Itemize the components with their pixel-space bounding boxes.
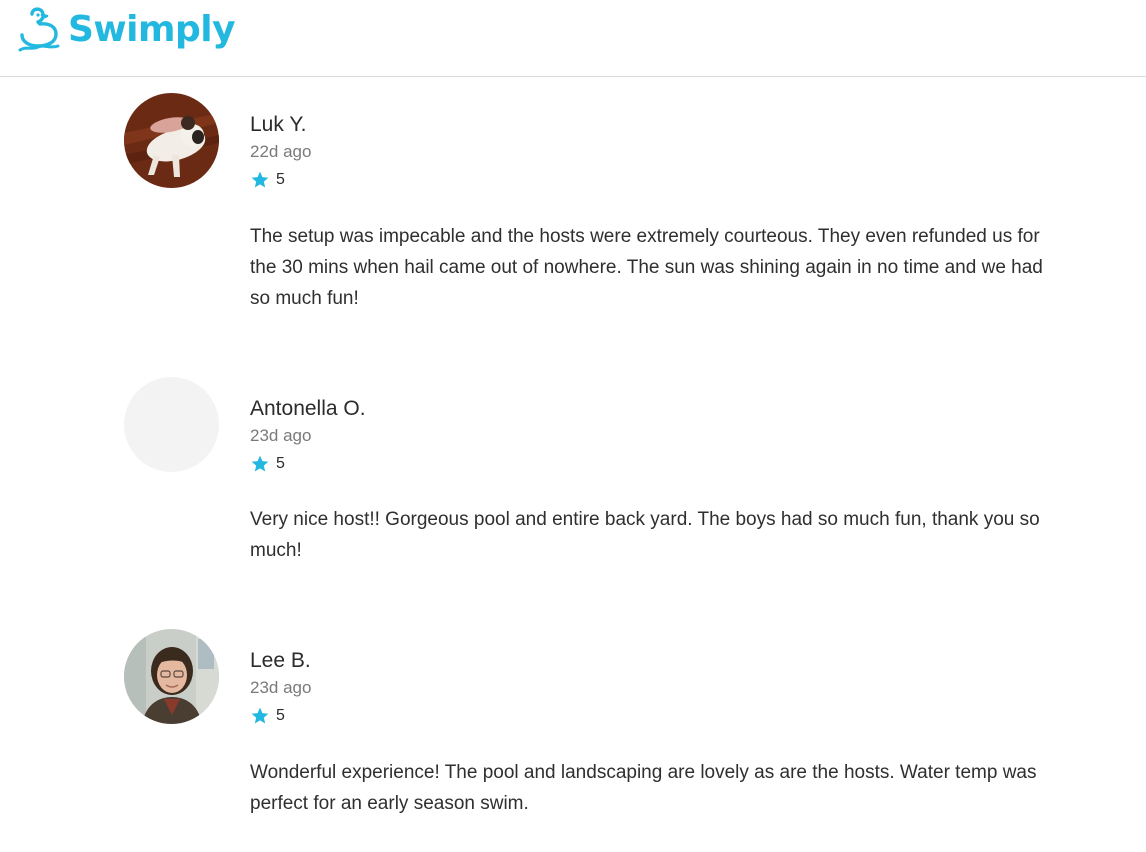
star-icon [251,707,269,724]
review-text: Wonderful experience! The pool and lands… [250,762,1037,814]
duck-logo-icon [18,7,60,52]
avatar[interactable] [124,93,219,188]
swimply-logo[interactable]: Swimply [18,4,236,54]
rating-value: 5 [276,171,285,188]
star-icon [251,455,269,472]
top-header: Swimply [0,0,1146,77]
review-item: Antonella O. 23d ago 5 Very nice host!! … [124,377,1064,577]
reviewer-name: Lee B. [250,649,311,672]
review-date: 22d ago [250,142,312,161]
avatar-photo [124,629,219,724]
review-item: Lee B. 23d ago 5 Wonderful experience! T… [124,629,1064,829]
review-item: Luk Y. 22d ago 5 The setup was impecable… [124,93,1064,333]
review-text: The setup was impecable and the hosts we… [250,226,1043,309]
reviewer-name: Luk Y. [250,113,307,136]
review-date: 23d ago [250,426,312,445]
brand-name: Swimply [68,8,236,50]
rating-value: 5 [276,707,285,724]
reviewer-name: Antonella O. [250,397,366,420]
avatar[interactable] [124,629,219,724]
review-rating: 5 [250,170,285,190]
avatar-photo [124,93,219,188]
review-rating: 5 [250,706,285,726]
star-icon [251,171,269,188]
review-date: 23d ago [250,678,312,697]
avatar-placeholder[interactable] [124,377,219,472]
review-text: Very nice host!! Gorgeous pool and entir… [250,509,1040,561]
rating-value: 5 [276,455,285,472]
review-rating: 5 [250,454,285,474]
